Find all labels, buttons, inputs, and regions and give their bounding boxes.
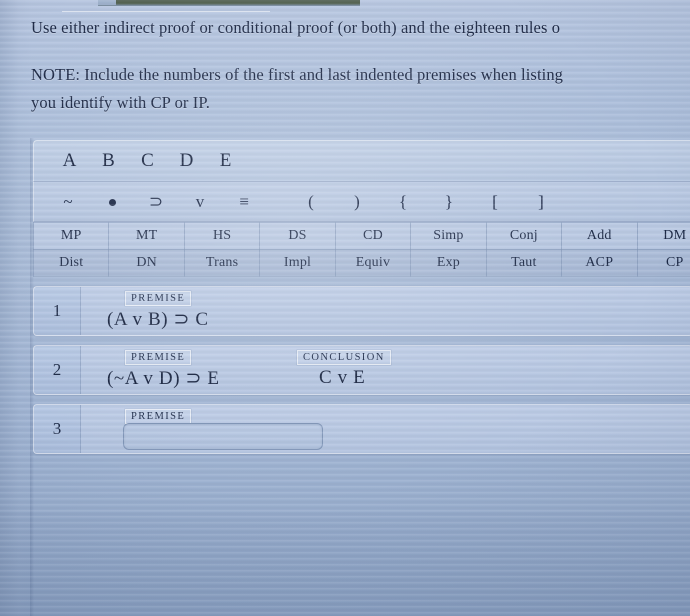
rule-button-impl[interactable]: Impl: [259, 249, 336, 277]
rule-button-trans[interactable]: Trans: [183, 249, 261, 277]
proof-line-body: PREMISE: [81, 405, 690, 453]
rule-button-acp[interactable]: ACP: [561, 249, 638, 277]
rule-button-dn[interactable]: DN: [108, 249, 185, 277]
instructions-block: Use either indirect proof or conditional…: [31, 18, 690, 113]
instruction-note-line-1: NOTE: Include the numbers of the first a…: [31, 65, 564, 84]
page-left-margin: [0, 0, 31, 616]
proof-line-number: 3: [34, 405, 81, 453]
right-brace-button[interactable]: }: [426, 192, 472, 212]
letter-button-e[interactable]: E: [206, 150, 245, 172]
left-bracket-button[interactable]: [: [472, 192, 518, 212]
dot-glyph: [108, 199, 116, 207]
tilde-negation-icon[interactable]: ~: [46, 192, 90, 212]
rule-button-taut[interactable]: Taut: [485, 249, 563, 277]
instruction-line-1: Use either indirect proof or conditional…: [31, 18, 561, 37]
cutoff-top-toolbar-gap: [98, 0, 116, 5]
horseshoe-implication-icon[interactable]: ⊃: [134, 192, 178, 212]
rule-button-simp[interactable]: Simp: [410, 222, 487, 250]
wedge-disjunction-icon[interactable]: v: [178, 192, 222, 212]
proof-line-number: 1: [34, 287, 81, 335]
conclusion-tag: CONCLUSION: [297, 350, 391, 365]
screen-photo-surface: Use either indirect proof or conditional…: [0, 0, 690, 616]
premise-tag: PREMISE: [125, 291, 192, 306]
premise-formula: (A v B) ⊃ C: [107, 309, 209, 330]
rule-button-exp[interactable]: Exp: [410, 249, 487, 277]
symbol-palette-row: ~ ⊃ v ≡ ( ) { } [ ]: [33, 182, 690, 222]
proof-line-row[interactable]: 2 PREMISE (~A v D) ⊃ E CONCLUSION C v E: [33, 345, 690, 395]
left-paren-button[interactable]: (: [288, 192, 334, 212]
letter-button-a[interactable]: A: [50, 150, 89, 172]
proof-line-row[interactable]: 3 PREMISE: [33, 404, 690, 454]
proof-line-body: PREMISE (A v B) ⊃ C: [81, 287, 690, 335]
premise-input[interactable]: [123, 423, 323, 450]
proof-builder-panel: A B C D E ~ ⊃ v ≡ ( ) { } [ ] MP MT HS D…: [32, 140, 690, 454]
rule-button-cd[interactable]: CD: [334, 222, 412, 250]
cutoff-top-toolbar: [98, 0, 360, 6]
letter-button-b[interactable]: B: [89, 150, 128, 172]
dot-conjunction-icon[interactable]: [90, 192, 134, 212]
left-brace-button[interactable]: {: [380, 192, 426, 212]
proof-line-body: PREMISE (~A v D) ⊃ E CONCLUSION C v E: [81, 346, 690, 394]
rule-button-dist[interactable]: Dist: [32, 249, 110, 277]
page-bottom-area: [0, 512, 690, 616]
premise-tag: PREMISE: [125, 350, 192, 365]
rule-button-conj[interactable]: Conj: [485, 222, 563, 250]
rule-button-add[interactable]: Add: [561, 222, 638, 250]
cutoff-top-divider: [62, 11, 270, 12]
rules-row-1: MP MT HS DS CD Simp Conj Add DM: [32, 222, 690, 250]
right-bracket-button[interactable]: ]: [518, 192, 564, 212]
rule-button-hs[interactable]: HS: [183, 222, 261, 250]
rule-button-ds[interactable]: DS: [259, 222, 336, 250]
letter-button-c[interactable]: C: [128, 150, 167, 172]
rule-button-mp[interactable]: MP: [32, 222, 110, 250]
rule-button-cp[interactable]: CP: [636, 249, 690, 277]
letter-palette-row: A B C D E: [33, 140, 690, 182]
triple-bar-equivalence-icon[interactable]: ≡: [222, 192, 266, 212]
proof-line-row[interactable]: 1 PREMISE (A v B) ⊃ C: [33, 286, 690, 336]
premise-formula: (~A v D) ⊃ E: [107, 368, 220, 389]
rule-button-equiv[interactable]: Equiv: [334, 249, 412, 277]
letter-button-d[interactable]: D: [167, 150, 206, 172]
proof-line-number: 2: [34, 346, 81, 394]
rules-row-2: Dist DN Trans Impl Equiv Exp Taut ACP CP: [32, 249, 690, 277]
right-paren-button[interactable]: ): [334, 192, 380, 212]
instruction-note-line-2: you identify with CP or IP.: [31, 93, 211, 112]
inference-rules-table: MP MT HS DS CD Simp Conj Add DM Dist DN …: [32, 222, 690, 277]
conclusion-formula: C v E: [319, 367, 366, 388]
rule-button-mt[interactable]: MT: [108, 222, 185, 250]
premise-tag: PREMISE: [125, 409, 192, 424]
instruction-note: NOTE: Include the numbers of the first a…: [31, 65, 690, 113]
rule-button-dm[interactable]: DM: [636, 222, 690, 250]
